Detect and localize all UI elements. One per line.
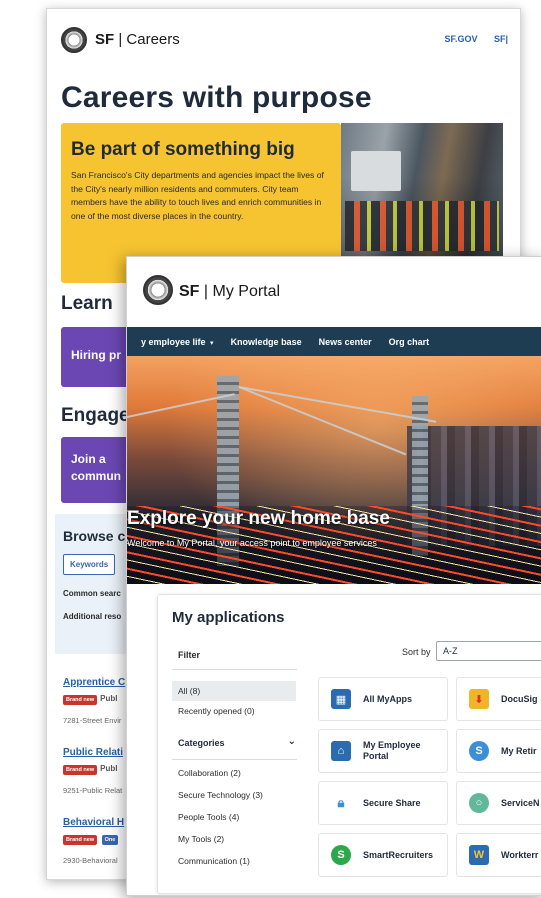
sf-seal-icon bbox=[143, 275, 173, 305]
join-card-label: Join a commun bbox=[71, 452, 122, 483]
careers-header: SF | Careers SF.GOV SF| bbox=[61, 27, 508, 57]
nav-org-chart[interactable]: Org chart bbox=[389, 337, 430, 347]
category-list: Collaboration (2) Secure Technology (3) … bbox=[172, 763, 296, 871]
categories-label: Categories bbox=[178, 738, 225, 748]
servicenow-icon: ○ bbox=[469, 793, 489, 813]
engage-heading: Engage bbox=[61, 405, 130, 426]
keywords-tab[interactable]: Keywords bbox=[63, 554, 116, 575]
nav-news-center[interactable]: News center bbox=[319, 337, 372, 347]
hero-subtitle: Welcome to My Portal, your access point … bbox=[127, 538, 377, 548]
app-name: SmartRecruiters bbox=[363, 849, 434, 860]
app-tile-my-employee-portal[interactable]: ⌂ My Employee Portal bbox=[318, 729, 448, 773]
portal-logo[interactable]: SF | My Portal bbox=[179, 283, 280, 301]
chevron-down-icon: ⌄ bbox=[287, 736, 296, 747]
crew-shape bbox=[345, 201, 499, 251]
hero-banner: Explore your new home base Welcome to My… bbox=[127, 356, 541, 584]
category-item[interactable]: Communication (1) bbox=[172, 851, 296, 871]
app-tile-workterra[interactable]: W Workterr bbox=[456, 833, 541, 877]
city-hall-icon: ⌂ bbox=[331, 741, 351, 761]
bridge-cable-shape bbox=[238, 386, 407, 456]
app-tile-secure-share[interactable]: 🔒︎ Secure Share bbox=[318, 781, 448, 825]
brand-new-badge: Brand new bbox=[63, 835, 98, 845]
sf-link[interactable]: SF| bbox=[494, 34, 508, 44]
category-item[interactable]: Collaboration (2) bbox=[172, 763, 296, 783]
apps-heading: My applications bbox=[172, 609, 285, 626]
divider bbox=[172, 669, 297, 670]
portal-nav: y employee life ▾ Knowledge base News ce… bbox=[127, 327, 541, 356]
sort-label: Sort by bbox=[402, 647, 431, 657]
bridge-cable-shape bbox=[238, 386, 437, 423]
workterra-icon: W bbox=[469, 845, 489, 865]
hero-photo bbox=[341, 123, 503, 259]
s-logo-icon: S bbox=[469, 741, 489, 761]
app-name: My Employee Portal bbox=[363, 740, 421, 761]
filter-label: Filter bbox=[178, 650, 201, 660]
hero-title: Explore your new home base bbox=[127, 508, 390, 529]
app-name: All MyApps bbox=[363, 693, 413, 704]
app-name: ServiceN bbox=[501, 797, 540, 808]
one-badge: One bbox=[101, 835, 119, 845]
hero-text: San Francisco's City departments and age… bbox=[71, 170, 324, 221]
category-item[interactable]: People Tools (4) bbox=[172, 807, 296, 827]
filter-recently-opened[interactable]: Recently opened (0) bbox=[172, 701, 296, 721]
truck-shape bbox=[351, 151, 401, 191]
job-type: Publ bbox=[100, 694, 118, 703]
divider bbox=[172, 759, 297, 760]
sort-select[interactable]: A-Z bbox=[436, 641, 541, 661]
brand-new-badge: Brand new bbox=[63, 765, 98, 775]
category-item[interactable]: Secure Technology (3) bbox=[172, 785, 296, 805]
download-icon: ⬇ bbox=[469, 689, 489, 709]
hero-heading: Be part of something big bbox=[71, 139, 295, 160]
app-name: Workterr bbox=[501, 849, 539, 860]
chevron-down-icon: ▾ bbox=[210, 339, 214, 347]
nav-knowledge-base[interactable]: Knowledge base bbox=[231, 337, 302, 347]
filter-list: All (8) Recently opened (0) bbox=[172, 681, 296, 721]
app-tile-all-myapps[interactable]: ▦ All MyApps bbox=[318, 677, 448, 721]
app-tile-servicenow[interactable]: ○ ServiceN bbox=[456, 781, 541, 825]
careers-logo[interactable]: SF | Careers bbox=[95, 31, 180, 48]
categories-toggle[interactable]: Categories ⌄ bbox=[178, 736, 296, 748]
smartrecruiters-icon: S bbox=[331, 845, 351, 865]
job-type: Publ bbox=[100, 764, 118, 773]
portal-window: SF | My Portal y employee life ▾ Knowled… bbox=[126, 256, 541, 896]
category-item[interactable]: My Tools (2) bbox=[172, 829, 296, 849]
app-name: My Retir bbox=[501, 745, 537, 756]
app-name: Secure Share bbox=[363, 797, 421, 808]
brand-new-badge: Brand new bbox=[63, 695, 98, 705]
hiring-card-label: Hiring pr bbox=[71, 348, 121, 362]
nav-employee-life[interactable]: y employee life ▾ bbox=[141, 337, 214, 347]
app-tile-my-retirement[interactable]: S My Retir bbox=[456, 729, 541, 773]
sf-gov-link[interactable]: SF.GOV bbox=[444, 34, 477, 44]
app-tile-docusign[interactable]: ⬇ DocuSig bbox=[456, 677, 541, 721]
my-applications-panel: My applications Filter Sort by A-Z All (… bbox=[157, 594, 541, 894]
lock-icon: 🔒︎ bbox=[337, 795, 345, 810]
sf-seal-icon bbox=[61, 27, 87, 53]
grid-icon: ▦ bbox=[331, 689, 351, 709]
learn-heading: Learn bbox=[61, 293, 113, 314]
filter-all[interactable]: All (8) bbox=[172, 681, 296, 701]
careers-header-links: SF.GOV SF| bbox=[430, 34, 508, 44]
app-name: DocuSig bbox=[501, 693, 538, 704]
app-tile-smartrecruiters[interactable]: S SmartRecruiters bbox=[318, 833, 448, 877]
page-title: Careers with purpose bbox=[61, 81, 372, 114]
